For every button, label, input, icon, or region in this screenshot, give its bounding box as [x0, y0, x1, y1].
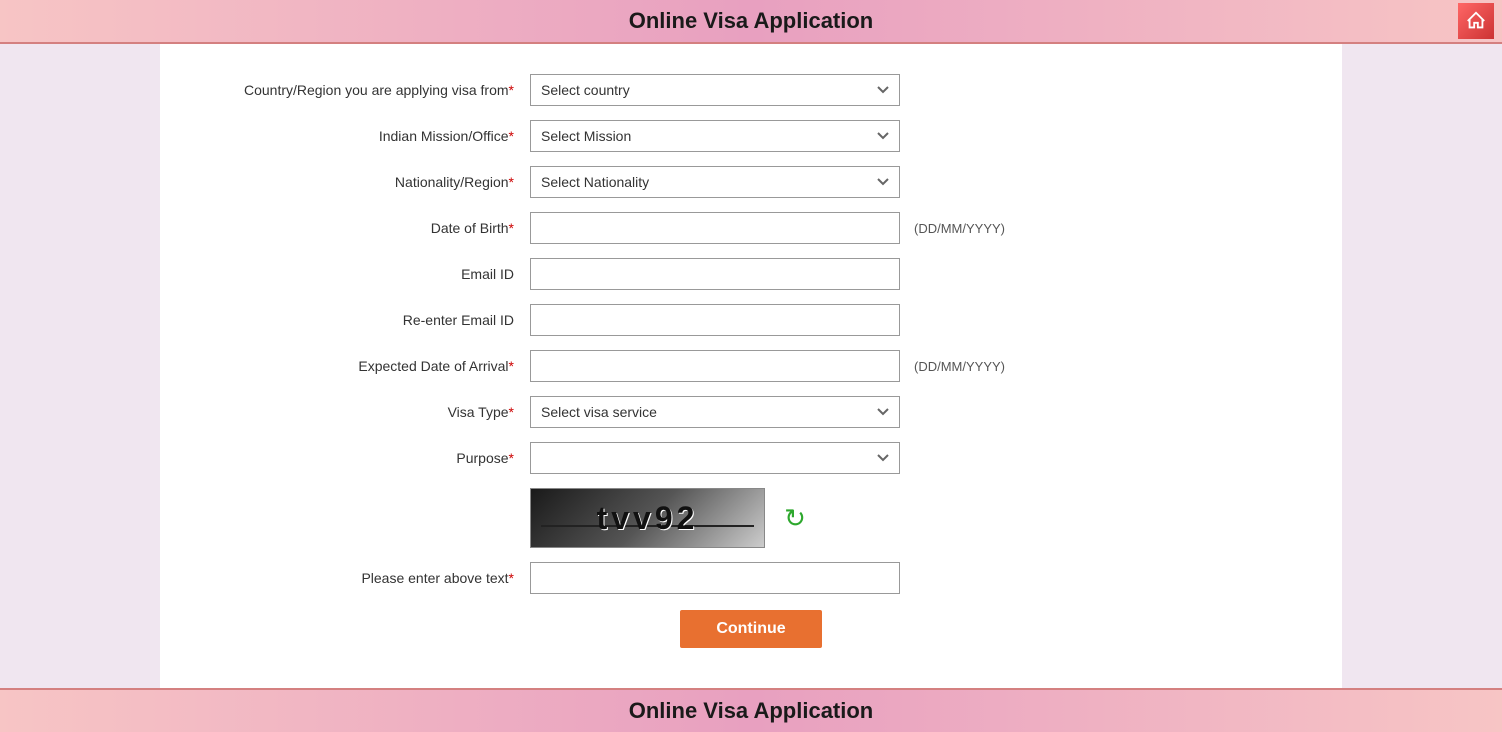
continue-row: Continue	[190, 610, 1312, 648]
select-mission[interactable]: Select Mission	[530, 120, 900, 152]
field-nationality: Select Nationality	[530, 166, 900, 198]
label-mission: Indian Mission/Office*	[190, 127, 530, 145]
label-purpose: Purpose*	[190, 449, 530, 467]
field-email	[530, 258, 900, 290]
home-icon[interactable]	[1458, 3, 1494, 39]
form-row-email: Email ID	[190, 258, 1312, 290]
label-captcha-input: Please enter above text*	[190, 569, 530, 587]
form-row-purpose: Purpose*	[190, 442, 1312, 474]
captcha-row: tvv92 ↻	[190, 488, 1312, 548]
field-reemail	[530, 304, 900, 336]
page-wrapper: Online Visa Application Country/Region y…	[0, 0, 1502, 732]
form-row-mission: Indian Mission/Office* Select Mission	[190, 120, 1312, 152]
label-country: Country/Region you are applying visa fro…	[190, 81, 530, 99]
input-arrival[interactable]	[530, 350, 900, 382]
select-country[interactable]: Select country	[530, 74, 900, 106]
captcha-area: tvv92 ↻	[530, 488, 813, 548]
form-row-arrival: Expected Date of Arrival* (DD/MM/YYYY)	[190, 350, 1312, 382]
required-star-purpose: *	[509, 450, 514, 466]
input-email[interactable]	[530, 258, 900, 290]
field-arrival	[530, 350, 900, 382]
footer-bar: Online Visa Application	[0, 688, 1502, 732]
form-container: Country/Region you are applying visa fro…	[160, 64, 1342, 658]
label-arrival: Expected Date of Arrival*	[190, 357, 530, 375]
input-reemail[interactable]	[530, 304, 900, 336]
header-title: Online Visa Application	[629, 8, 874, 33]
form-row-visatype: Visa Type* Select visa service	[190, 396, 1312, 428]
form-row-reemail: Re-enter Email ID	[190, 304, 1312, 336]
label-email: Email ID	[190, 265, 530, 283]
hint-arrival: (DD/MM/YYYY)	[914, 359, 1005, 374]
required-star-arrival: *	[509, 358, 514, 374]
form-row-country: Country/Region you are applying visa fro…	[190, 74, 1312, 106]
label-nationality: Nationality/Region*	[190, 173, 530, 191]
label-reemail: Re-enter Email ID	[190, 311, 530, 329]
select-nationality[interactable]: Select Nationality	[530, 166, 900, 198]
field-captcha-input	[530, 562, 900, 594]
captcha-image: tvv92	[530, 488, 765, 548]
required-star-nationality: *	[509, 174, 514, 190]
footer-title: Online Visa Application	[629, 698, 874, 723]
select-visatype[interactable]: Select visa service	[530, 396, 900, 428]
required-star-captcha: *	[509, 570, 514, 586]
field-visatype: Select visa service	[530, 396, 900, 428]
refresh-captcha-icon[interactable]: ↻	[777, 500, 813, 536]
form-row-nationality: Nationality/Region* Select Nationality	[190, 166, 1312, 198]
required-star-visatype: *	[509, 404, 514, 420]
required-star-mission: *	[509, 128, 514, 144]
required-star-country: *	[509, 82, 514, 98]
header-bar: Online Visa Application	[0, 0, 1502, 44]
label-visatype: Visa Type*	[190, 403, 530, 421]
form-row-dob: Date of Birth* (DD/MM/YYYY)	[190, 212, 1312, 244]
hint-dob: (DD/MM/YYYY)	[914, 221, 1005, 236]
main-content: Country/Region you are applying visa fro…	[160, 44, 1342, 688]
input-dob[interactable]	[530, 212, 900, 244]
select-purpose[interactable]	[530, 442, 900, 474]
label-dob: Date of Birth*	[190, 219, 530, 237]
form-row-captcha-input: Please enter above text*	[190, 562, 1312, 594]
continue-button[interactable]: Continue	[680, 610, 821, 648]
captcha-text-display: tvv92	[597, 500, 699, 537]
input-captcha[interactable]	[530, 562, 900, 594]
field-country: Select country	[530, 74, 900, 106]
field-purpose	[530, 442, 900, 474]
field-mission: Select Mission	[530, 120, 900, 152]
field-dob	[530, 212, 900, 244]
required-star-dob: *	[509, 220, 514, 236]
